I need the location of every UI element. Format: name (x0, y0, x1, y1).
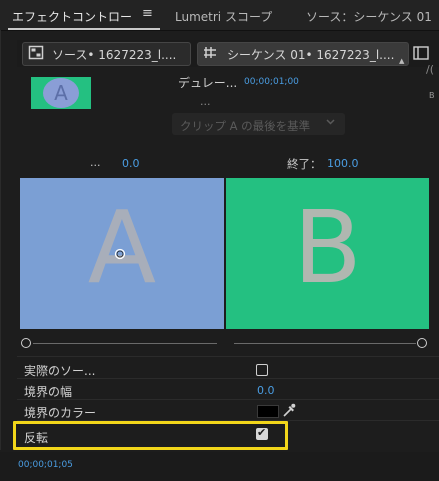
divider (17, 356, 439, 357)
panel-left-border (0, 30, 1, 450)
sequence-dropdown-icon[interactable]: ▲ (399, 57, 404, 65)
panel-menu-icon[interactable]: ≡ (142, 6, 153, 21)
divider (17, 399, 439, 400)
tab-lumetri-scopes[interactable]: Lumetri スコープ (175, 8, 272, 25)
actual-source-checkbox[interactable] (256, 364, 268, 376)
alignment-select-label: クリップ A の最後を基準 (180, 119, 311, 133)
start-slider-track[interactable] (33, 343, 217, 344)
tab-source-monitor[interactable]: ソース：シーケンス 01 (306, 8, 432, 25)
active-tab-indicator (8, 28, 160, 30)
tab-effect-controls[interactable]: エフェクトコントロー (12, 8, 132, 25)
end-slider-track[interactable] (234, 343, 416, 344)
border-color-swatch[interactable] (257, 405, 279, 418)
end-slider-handle[interactable] (417, 338, 427, 348)
clip-icon (28, 45, 44, 60)
border-width-label: 境界の幅 (24, 385, 73, 399)
duration-value[interactable]: 00;00;01;00 (244, 77, 299, 87)
eyedropper-icon[interactable] (282, 402, 296, 418)
duration-ellipsis: ... (200, 95, 211, 108)
sequence-icon (204, 47, 216, 58)
divider (17, 378, 439, 379)
duration-label: デュレー... (178, 76, 238, 90)
start-label: ... (90, 156, 101, 169)
end-value[interactable]: 100.0 (327, 157, 359, 170)
border-color-label: 境界のカラー (24, 406, 97, 420)
panel-icon[interactable] (413, 44, 429, 62)
pointer-icon (114, 248, 126, 260)
current-timecode[interactable]: 00;00;01;05 (18, 460, 73, 470)
timeline-edge-text: /( (426, 63, 434, 76)
reverse-highlight-box (13, 421, 288, 450)
start-value[interactable]: 0.0 (122, 157, 140, 170)
thumbnail-letter: A (43, 78, 79, 108)
source-clip-label: ソース• 1627223_l.... (52, 48, 177, 62)
end-label: 終了： (287, 157, 322, 171)
start-slider-handle[interactable] (21, 338, 31, 348)
actual-source-label: 実際のソー... (24, 364, 96, 378)
border-width-value[interactable]: 0.0 (257, 384, 275, 397)
chevron-down-icon (326, 119, 335, 125)
sequence-clip-label: シーケンス 01• 1627223_l.... (227, 48, 395, 62)
preview-letter-b: B (293, 189, 362, 306)
timeline-edge-letter: B (429, 91, 435, 100)
